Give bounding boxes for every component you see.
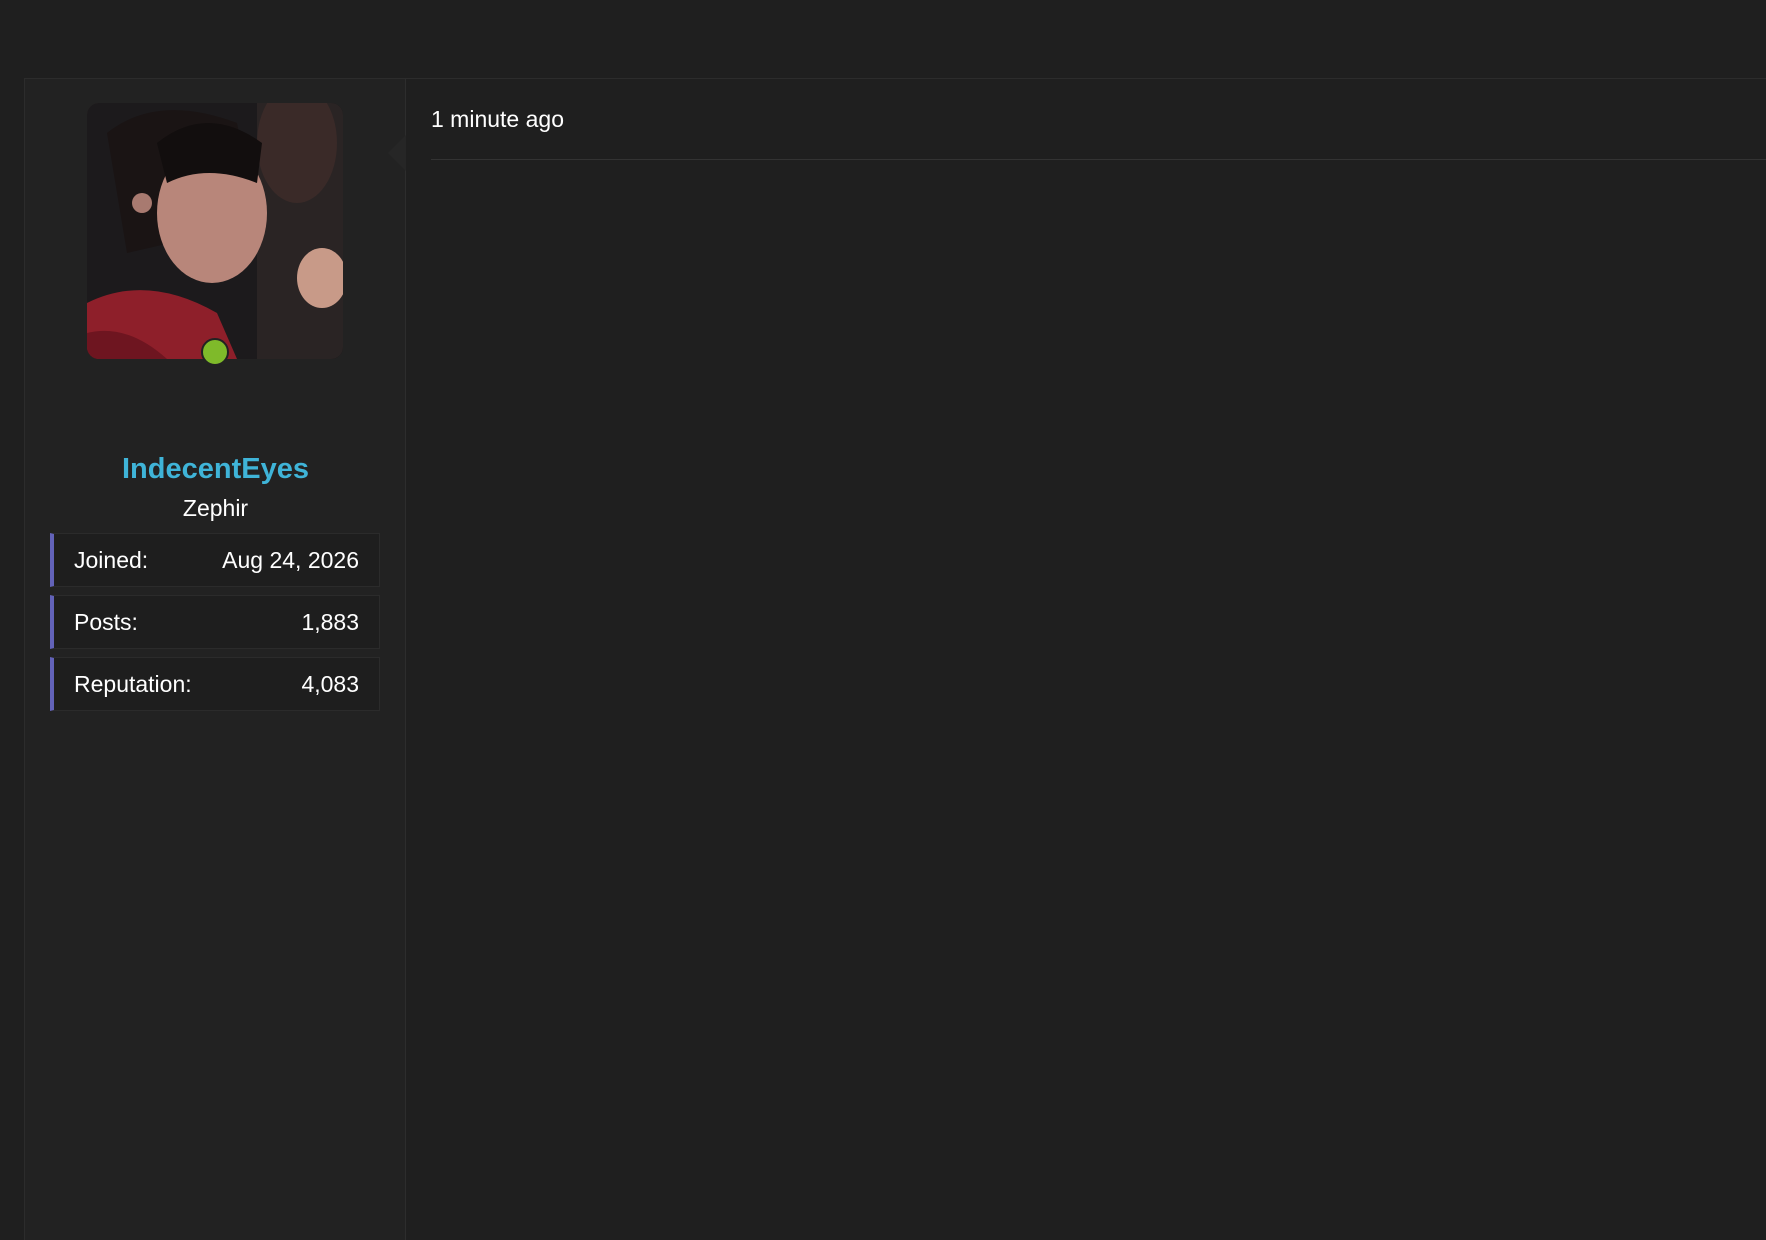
post-user-cell: IndecentEyes Zephir Joined: Aug 24, 2026…	[25, 79, 406, 1240]
stat-value: 4,083	[301, 670, 359, 697]
stat-value[interactable]: 1,883	[301, 609, 359, 636]
user-title: Zephir	[182, 495, 249, 521]
username-link[interactable]: IndecentEyes	[25, 453, 406, 486]
stat-label: Posts:	[74, 608, 138, 635]
post-content-cell: 1 minute ago	[388, 79, 1766, 1240]
forum-post: IndecentEyes Zephir Joined: Aug 24, 2026…	[24, 78, 1766, 1240]
stat-posts: Posts: 1,883	[50, 595, 380, 649]
avatar[interactable]	[87, 103, 343, 359]
avatar-container	[87, 103, 343, 366]
stat-value: Aug 24, 2026	[222, 546, 359, 573]
post-timestamp[interactable]: 1 minute ago	[431, 106, 564, 133]
stat-label: Reputation:	[74, 670, 192, 697]
user-stats: Joined: Aug 24, 2026 Posts: 1,883 Reputa…	[50, 533, 380, 719]
post-pointer-arrow	[388, 135, 406, 171]
online-status-indicator	[201, 338, 229, 366]
avatar-image	[87, 103, 343, 359]
stat-reputation: Reputation: 4,083	[50, 657, 380, 711]
post-header-divider	[431, 159, 1766, 160]
stat-joined: Joined: Aug 24, 2026	[50, 533, 380, 587]
stat-label: Joined:	[74, 546, 149, 573]
